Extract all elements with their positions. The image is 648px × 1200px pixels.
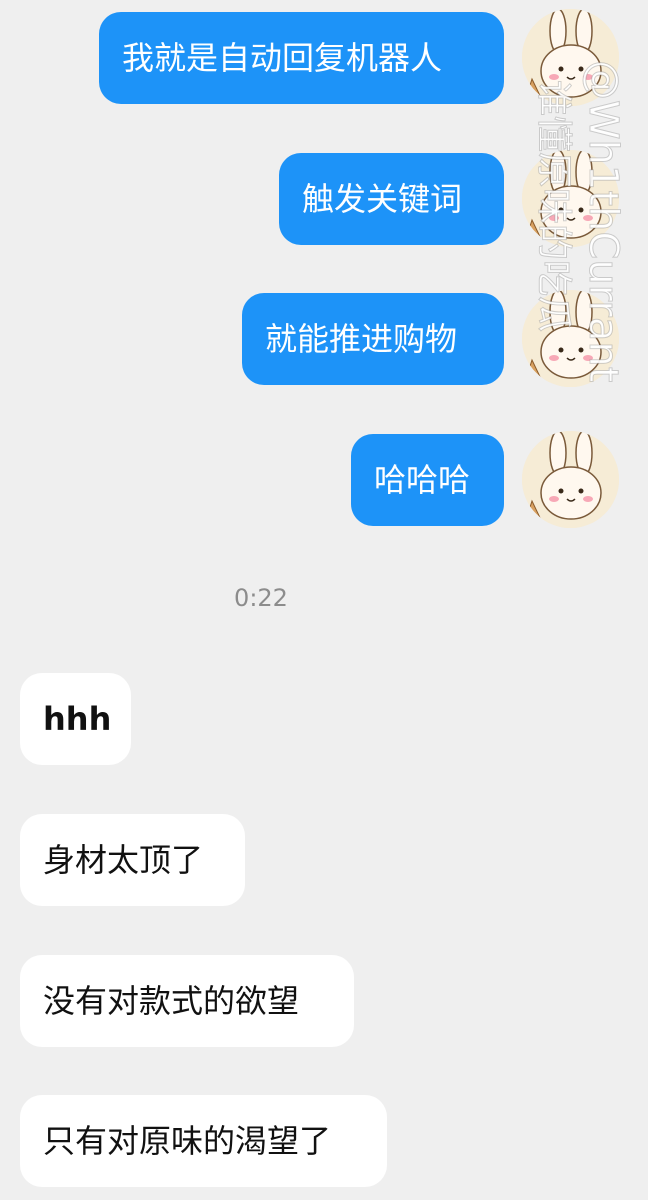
received-message-bubble[interactable]: 没有对款式的欲望 [20,955,354,1047]
watermark: @Wh1thCurrant 谁懂原味的吃瓜 [532,40,632,500]
message-text: 没有对款式的欲望 [43,982,300,1020]
sent-message-bubble[interactable]: 就能推进购物 [242,293,504,385]
sent-message-bubble[interactable]: 我就是自动回复机器人 [99,12,504,104]
rabbit-avatar-icon [522,290,619,387]
sent-message-bubble[interactable]: 哈哈哈 [351,434,504,526]
message-text: 身材太顶了 [43,841,204,879]
watermark-graphic: @Wh1thCurrant 谁懂原味的吃瓜 [533,60,627,383]
rabbit-avatar-icon [522,9,619,106]
received-message-bubble[interactable]: 只有对原味的渴望了 [20,1095,387,1187]
received-message-bubble[interactable]: 身材太顶了 [20,814,245,906]
rabbit-avatar-icon [522,431,619,528]
message-timestamp: 0:22 [234,584,288,612]
message-text: 我就是自动回复机器人 [122,39,443,77]
user-avatar[interactable] [522,431,619,528]
message-text: 触发关键词 [302,180,463,218]
user-avatar[interactable] [522,150,619,247]
user-avatar[interactable] [522,9,619,106]
rabbit-avatar-icon [522,150,619,247]
message-text: hhh [43,700,112,738]
received-message-bubble[interactable]: hhh [20,673,131,765]
message-text: 只有对原味的渴望了 [43,1122,332,1160]
sent-message-bubble[interactable]: 触发关键词 [279,153,504,245]
user-avatar[interactable] [522,290,619,387]
message-text: 哈哈哈 [374,461,471,499]
message-text: 就能推进购物 [265,320,458,358]
